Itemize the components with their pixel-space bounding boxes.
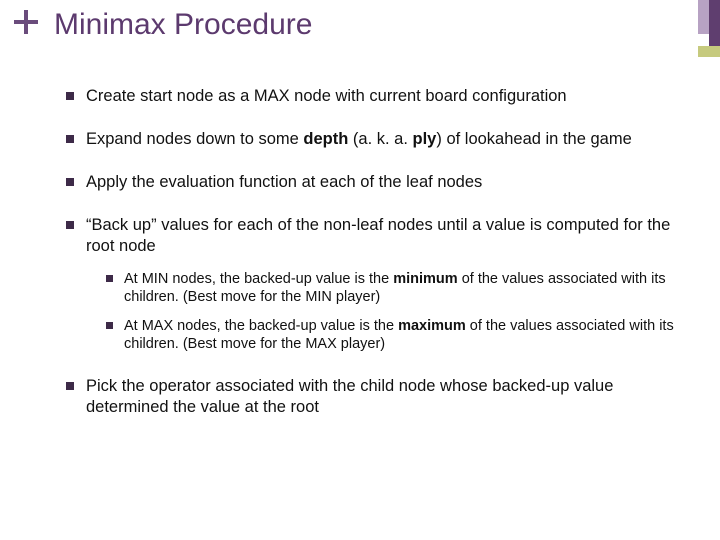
corner-decoration <box>676 0 720 60</box>
text: ) of lookahead in the game <box>436 130 631 148</box>
emph-minimum: minimum <box>393 271 457 287</box>
emph-maximum: maximum <box>398 318 466 334</box>
text: “Back up” values for each of the non-lea… <box>86 216 670 255</box>
bullet-expand-nodes: Expand nodes down to some depth (a. k. a… <box>66 129 680 150</box>
emph-ply: ply <box>413 130 437 148</box>
sub-bullet-min-nodes: At MIN nodes, the backed-up value is the… <box>106 270 680 307</box>
bullet-create-start-node: Create start node as a MAX node with cur… <box>66 86 680 107</box>
text: Expand nodes down to some <box>86 130 303 148</box>
emph-depth: depth <box>303 130 348 148</box>
plus-icon <box>14 10 38 34</box>
text: At MIN nodes, the backed-up value is the <box>124 271 393 287</box>
slide-title: Minimax Procedure <box>54 8 312 42</box>
text: (a. k. a. <box>348 130 412 148</box>
text: At MAX nodes, the backed-up value is the <box>124 318 398 334</box>
sub-bullet-max-nodes: At MAX nodes, the backed-up value is the… <box>106 317 680 354</box>
bullet-apply-eval: Apply the evaluation function at each of… <box>66 172 680 193</box>
slide-body: Create start node as a MAX node with cur… <box>66 86 680 440</box>
bullet-pick-operator: Pick the operator associated with the ch… <box>66 376 680 418</box>
bullet-back-up: “Back up” values for each of the non-lea… <box>66 215 680 353</box>
